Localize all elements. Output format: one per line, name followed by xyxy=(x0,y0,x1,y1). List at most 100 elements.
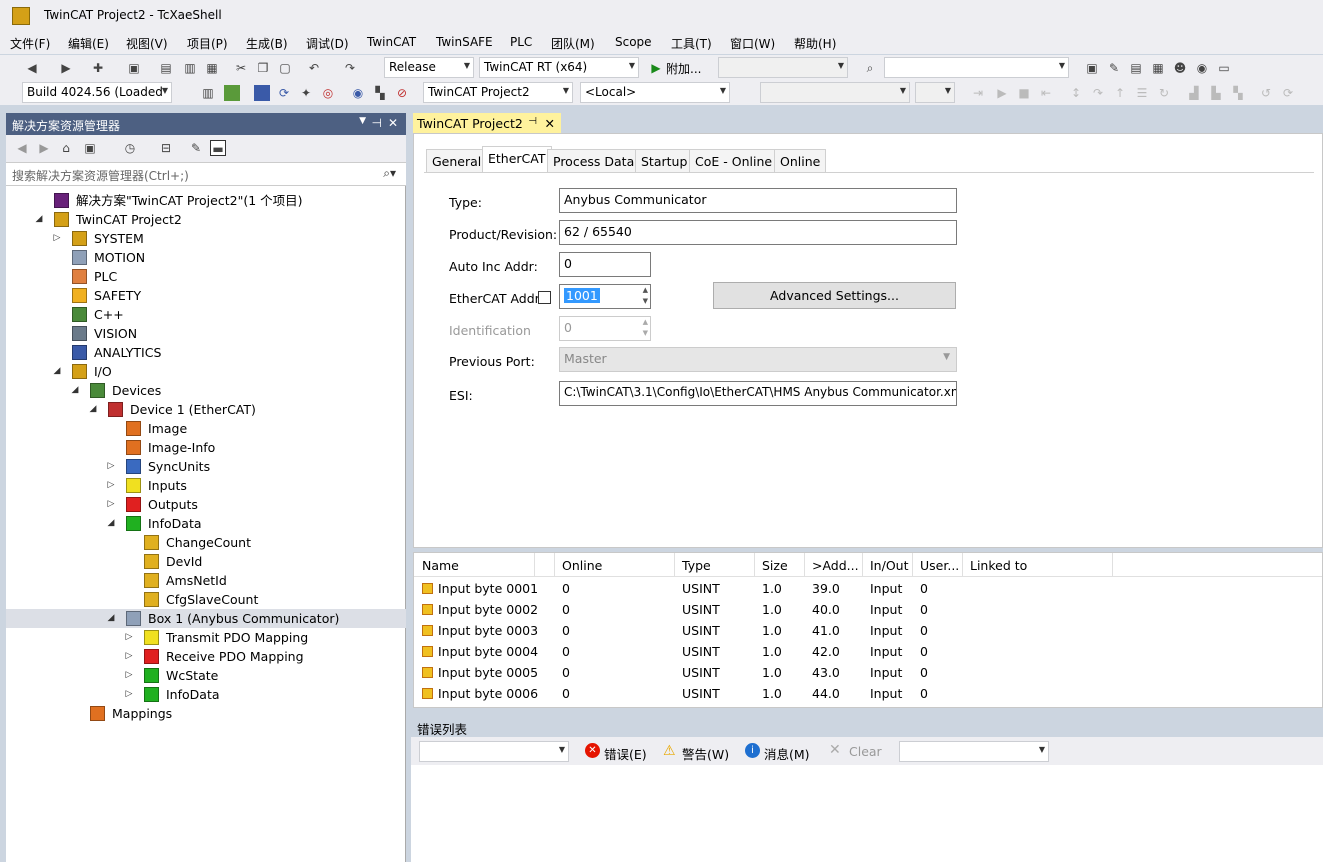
team-icon[interactable]: ☻ xyxy=(1172,60,1188,76)
logout-icon[interactable]: ⇤ xyxy=(1038,85,1054,101)
menu-project[interactable]: 项目(P) xyxy=(187,35,228,52)
tree-item[interactable]: DevId xyxy=(6,552,406,571)
collapse-icon[interactable]: ◢ xyxy=(34,210,44,229)
col-address[interactable]: >Add... xyxy=(812,558,859,573)
reset-icon[interactable]: ↻ xyxy=(1156,85,1172,101)
menu-twinsafe[interactable]: TwinSAFE xyxy=(436,35,493,49)
sync-icon[interactable]: ⟳ xyxy=(1280,85,1296,101)
undo-icon[interactable]: ↶ xyxy=(306,60,322,76)
tree-item[interactable]: ▷ Transmit PDO Mapping xyxy=(6,628,406,647)
start-icon[interactable]: ▶ xyxy=(994,85,1010,101)
tree-item[interactable]: C++ xyxy=(6,305,406,324)
tree-item[interactable]: ▷ InfoData xyxy=(6,685,406,704)
collapse-icon[interactable]: ◢ xyxy=(106,514,116,533)
type-field[interactable]: Anybus Communicator xyxy=(559,188,957,213)
tree-item[interactable]: PLC xyxy=(6,267,406,286)
toolbox-icon[interactable]: ▦ xyxy=(1150,60,1166,76)
tree-item[interactable]: ▷ Receive PDO Mapping xyxy=(6,647,406,666)
tree-item[interactable]: ◢ InfoData xyxy=(6,514,406,533)
find-in-files-icon[interactable]: ⌕ xyxy=(862,60,878,76)
tree-item[interactable]: ▷ Outputs xyxy=(6,495,406,514)
preview-icon[interactable]: ▬ xyxy=(210,140,226,156)
forward-icon[interactable]: ▶ xyxy=(36,140,52,156)
col-user[interactable]: User... xyxy=(920,558,959,573)
step-icon[interactable]: ↕ xyxy=(1068,85,1084,101)
play-icon[interactable]: ▶ xyxy=(648,60,664,76)
lock-icon[interactable]: ▟ xyxy=(1186,85,1202,101)
tree-item[interactable]: ◢ Box 1 (Anybus Communicator) xyxy=(6,609,406,628)
expand-icon[interactable]: ▷ xyxy=(52,229,62,248)
ethercat-addr-checkbox[interactable] xyxy=(538,291,551,304)
target-icon[interactable]: ◉ xyxy=(350,85,366,101)
tab-coe-online[interactable]: CoE - Online xyxy=(689,149,779,172)
collapse-icon[interactable]: ◢ xyxy=(88,400,98,419)
menu-scope[interactable]: Scope xyxy=(615,35,652,49)
table-row[interactable]: Input byte 0003 0 USINT 1.0 41.0 Input 0 xyxy=(414,622,1322,643)
menu-file[interactable]: 文件(F) xyxy=(10,35,50,52)
open-folder-icon[interactable]: ▤ xyxy=(158,60,174,76)
chevron-down-icon[interactable]: ▼ xyxy=(359,116,366,126)
spin-arrows-icon[interactable]: ▲ ▼ xyxy=(643,285,648,307)
messages-filter-button[interactable]: 消息(M) xyxy=(764,744,810,763)
table-row[interactable]: Input byte 0005 0 USINT 1.0 43.0 Input 0 xyxy=(414,664,1322,685)
tree-item[interactable]: ANALYTICS xyxy=(6,343,406,362)
activate-icon[interactable] xyxy=(224,85,240,101)
search-combo[interactable]: ▼ xyxy=(884,57,1069,78)
tree-item[interactable]: ◢ I/O xyxy=(6,362,406,381)
tree-item[interactable]: ▷ SyncUnits xyxy=(6,457,406,476)
magic-icon[interactable]: ✦ xyxy=(298,85,314,101)
menu-team[interactable]: 团队(M) xyxy=(551,35,595,52)
col-size[interactable]: Size xyxy=(762,558,788,573)
expand-icon[interactable]: ▷ xyxy=(106,457,116,476)
step-into-icon[interactable]: ↷ xyxy=(1090,85,1106,101)
expand-icon[interactable]: ▷ xyxy=(124,666,134,685)
unlock-icon[interactable]: ▙ xyxy=(1208,85,1224,101)
force-icon[interactable]: ▚ xyxy=(1230,85,1246,101)
menu-twincat[interactable]: TwinCAT xyxy=(367,35,416,49)
expand-icon[interactable]: ▷ xyxy=(106,495,116,514)
tab-ethercat[interactable]: EtherCAT xyxy=(482,146,552,172)
network-icon[interactable]: ▚ xyxy=(372,85,388,101)
collapse-icon[interactable]: ◢ xyxy=(106,609,116,628)
solution-search-input[interactable]: 搜索解决方案资源管理器(Ctrl+;) ⌕▾ xyxy=(6,163,406,186)
close-icon[interactable]: ✕ xyxy=(388,116,398,130)
vs-icon[interactable]: ▣ xyxy=(1084,60,1100,76)
tab-process-data[interactable]: Process Data xyxy=(547,149,641,172)
forward-icon[interactable]: ▶ xyxy=(58,60,74,76)
redo-icon[interactable]: ↷ xyxy=(342,60,358,76)
search-icon[interactable]: ⌕▾ xyxy=(383,166,396,181)
switch-views-icon[interactable]: ▣ xyxy=(82,140,98,156)
menu-tools[interactable]: 工具(T) xyxy=(671,35,712,52)
tree-item[interactable]: 解决方案"TwinCAT Project2"(1 个项目) xyxy=(6,191,406,210)
collapse-all-icon[interactable]: ⊟ xyxy=(158,140,174,156)
menu-build[interactable]: 生成(B) xyxy=(246,35,288,52)
save-all-icon[interactable]: ▦ xyxy=(204,60,220,76)
toolbar2-dropdown-small[interactable]: ▼ xyxy=(915,82,955,103)
new-project-icon[interactable]: ✚ xyxy=(90,60,106,76)
stop-icon[interactable]: ■ xyxy=(1016,85,1032,101)
reload-icon[interactable]: ⟳ xyxy=(276,85,292,101)
tree-item[interactable]: ▷ Inputs xyxy=(6,476,406,495)
toolbar2-dropdown-empty[interactable]: ▼ xyxy=(760,82,910,103)
tree-item[interactable]: Mappings xyxy=(6,704,406,723)
table-row[interactable]: Input byte 0004 0 USINT 1.0 42.0 Input 0 xyxy=(414,643,1322,664)
tree-item[interactable]: MOTION xyxy=(6,248,406,267)
platform-dropdown[interactable]: TwinCAT RT (x64) ▼ xyxy=(479,57,639,78)
tree-item[interactable]: ◢ TwinCAT Project2 xyxy=(6,210,406,229)
expand-icon[interactable]: ▷ xyxy=(124,628,134,647)
menu-view[interactable]: 视图(V) xyxy=(126,35,168,52)
ethercat-addr-field[interactable]: 1001 ▲ ▼ xyxy=(559,284,651,309)
spin-arrows-icon[interactable]: ▲ ▼ xyxy=(643,317,648,339)
back-icon[interactable]: ◀ xyxy=(24,60,40,76)
table-row[interactable]: Input byte 0006 0 USINT 1.0 44.0 Input 0 xyxy=(414,685,1322,706)
tree-item[interactable]: VISION xyxy=(6,324,406,343)
esi-field[interactable]: C:\TwinCAT\3.1\Config\Io\EtherCAT\HMS An… xyxy=(559,381,957,406)
menu-debug[interactable]: 调试(D) xyxy=(306,35,349,52)
error-scope-dropdown[interactable]: ▼ xyxy=(419,741,569,762)
collapse-icon[interactable]: ◢ xyxy=(70,381,80,400)
menu-help[interactable]: 帮助(H) xyxy=(794,35,836,52)
project-dropdown[interactable]: TwinCAT Project2 ▼ xyxy=(423,82,573,103)
tree-item[interactable]: CfgSlaveCount xyxy=(6,590,406,609)
previous-port-dropdown[interactable]: Master ▼ xyxy=(559,347,957,372)
pin-icon[interactable]: ⊣ xyxy=(528,116,537,127)
